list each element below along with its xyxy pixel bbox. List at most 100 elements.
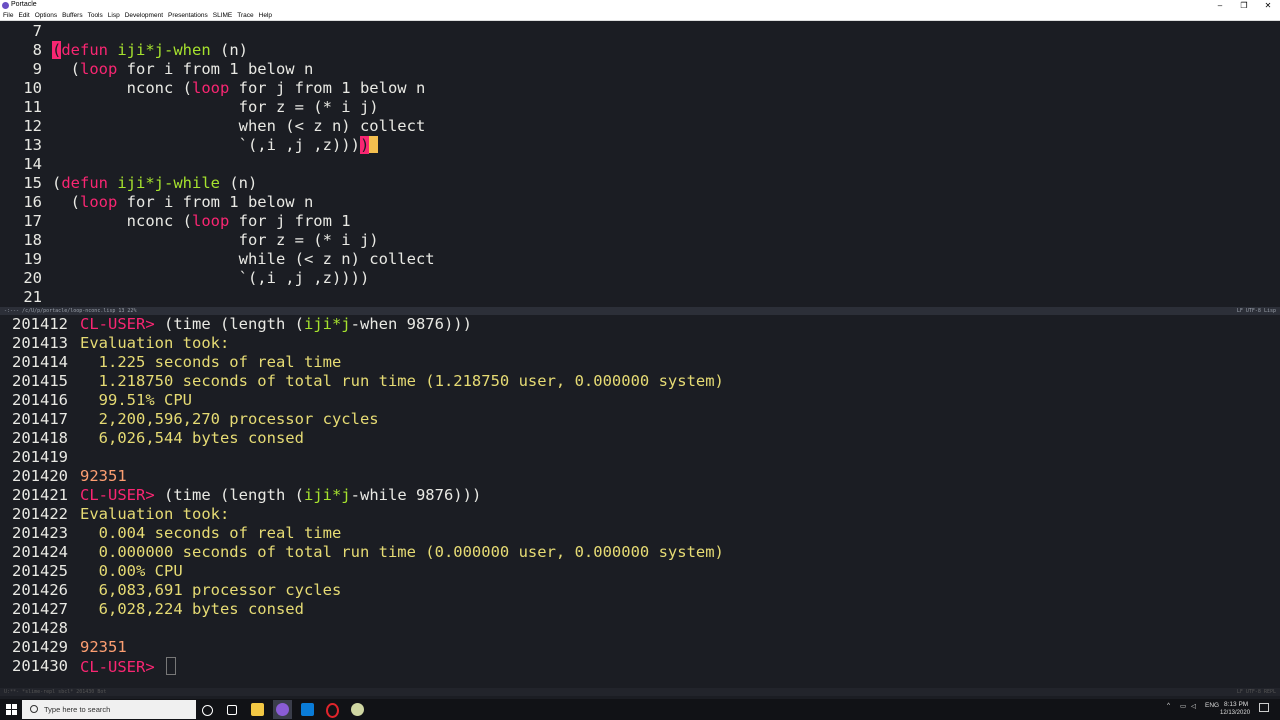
repl-text: 2,200,596,270 processor cycles: [80, 410, 379, 429]
close-button[interactable]: ✕: [1257, 0, 1279, 11]
repl-output: 0.004 seconds of real time: [80, 524, 342, 542]
code-line[interactable]: 21: [0, 288, 42, 307]
repl-text: 0.004 seconds of real time: [80, 524, 342, 543]
line-number: 17: [23, 212, 42, 230]
code-line[interactable]: 8 (defun iji*j-when (n): [0, 41, 248, 60]
code-line[interactable]: 7: [0, 22, 42, 41]
code-token: (: [52, 60, 80, 78]
repl-output: iji*j: [303, 315, 351, 333]
slime-repl-pane[interactable]: 201412 CL-USER> (time (length ( iji*j-when…: [0, 315, 1280, 687]
code-line[interactable]: 12 when (< z n) collect: [0, 117, 425, 136]
repl-result: 92351: [80, 467, 127, 485]
code-text: (defun iji*j-when (n): [52, 41, 248, 60]
minimize-button[interactable]: –: [1209, 0, 1231, 11]
repl-line-number: 201426: [12, 581, 68, 599]
code-text: nconc (loop for j from 1 below n: [52, 79, 426, 98]
lisp-editor-pane[interactable]: 7 8 (defun iji*j-when (n) 9 (loop for i fro…: [0, 21, 1280, 307]
repl-line-number: 201417: [12, 410, 68, 428]
file-explorer-icon[interactable]: [251, 703, 264, 716]
editor-mode-line-left: -:--- /c/U/p/portacle/loop-nconc.lisp 13…: [4, 308, 137, 314]
tray-chevron-icon[interactable]: ^: [1167, 702, 1170, 709]
menu-item-edit[interactable]: Edit: [18, 12, 29, 19]
menu-item-options[interactable]: Options: [35, 12, 57, 19]
code-text: `(,i ,j ,z)))): [52, 269, 370, 288]
code-line[interactable]: 19 while (< z n) collect: [0, 250, 434, 269]
code-line[interactable]: 11 for z = (* i j): [0, 98, 378, 117]
repl-line-number: 201425: [12, 562, 68, 580]
repl-output: 0.000000 seconds of total run time (0.00…: [80, 543, 724, 561]
code-line[interactable]: 14: [0, 155, 42, 174]
terminal-taskbar-icon[interactable]: [301, 703, 314, 716]
menu-item-tools[interactable]: Tools: [88, 12, 103, 19]
volume-icon[interactable]: ◁: [1191, 702, 1196, 710]
line-number: 15: [23, 174, 42, 192]
repl-text: 99.51% CPU: [80, 391, 192, 410]
menu-item-development[interactable]: Development: [125, 12, 163, 19]
repl-text: 0.000000 seconds of total run time (0.00…: [80, 543, 724, 562]
menu-item-help[interactable]: Help: [259, 12, 272, 19]
repl-line-number: 201412: [12, 315, 68, 333]
code-text: nconc (loop for j from 1: [52, 212, 351, 231]
line-number: 11: [23, 98, 42, 116]
repl-output: -when 9876))): [350, 315, 472, 333]
line-number: 21: [23, 288, 42, 306]
matching-paren: (: [52, 41, 62, 59]
repl-text: 6,083,691 processor cycles: [80, 581, 342, 600]
repl-output: (time (length (: [164, 486, 304, 504]
window-title: Portacle: [11, 1, 37, 8]
maximize-button[interactable]: ❐: [1233, 0, 1255, 11]
search-icon: [30, 705, 38, 713]
menu-item-slime[interactable]: SLIME: [213, 12, 233, 19]
code-text: for z = (* i j): [52, 98, 379, 117]
windows-start-icon[interactable]: [6, 704, 17, 715]
portacle-secondary-icon[interactable]: [351, 703, 364, 716]
windows-taskbar: Type here to search ^ ▭ ◁ ENG 8:13 PM 12…: [0, 699, 1280, 720]
repl-output: 0.00% CPU: [80, 562, 183, 580]
search-placeholder: Type here to search: [44, 705, 111, 714]
repl-line-number: 201413: [12, 334, 68, 352]
repl-text: 6,026,544 bytes consed: [80, 429, 304, 448]
repl-output: 6,083,691 processor cycles: [80, 581, 342, 599]
notification-icon[interactable]: [1259, 703, 1269, 712]
keyword-token: defun: [61, 174, 109, 192]
clock-time[interactable]: 8:13 PM: [1224, 701, 1248, 708]
task-view-icon[interactable]: [227, 705, 237, 715]
taskbar-search-box[interactable]: Type here to search: [22, 700, 196, 719]
language-indicator[interactable]: ENG: [1205, 702, 1219, 709]
code-line[interactable]: 13 `(,i ,j ,z)))): [0, 136, 379, 155]
code-line[interactable]: 17 nconc (loop for j from 1: [0, 212, 350, 231]
repl-text: CL-USER>: [80, 657, 176, 677]
menu-item-presentations[interactable]: Presentations: [168, 12, 208, 19]
code-line[interactable]: 9 (loop for i from 1 below n: [0, 60, 314, 79]
line-number: 14: [23, 155, 42, 173]
cortana-icon[interactable]: [202, 705, 213, 716]
menu-item-trace[interactable]: Trace: [237, 12, 253, 19]
repl-input-cursor[interactable]: [166, 657, 176, 675]
keyword-token: defun: [61, 41, 109, 59]
code-line[interactable]: 16 (loop for i from 1 below n: [0, 193, 313, 212]
repl-line-number: 201415: [12, 372, 68, 390]
repl-output: 1.218750 seconds of total run time (1.21…: [80, 372, 724, 390]
code-text: while (< z n) collect: [52, 250, 435, 269]
repl-output: 2,200,596,270 processor cycles: [80, 410, 379, 428]
menu-bar: File Edit Options Buffers Tools Lisp Developme…: [0, 11, 1280, 21]
menu-item-file[interactable]: File: [3, 12, 13, 19]
repl-line-number: 201427: [12, 600, 68, 618]
repl-line-number: 201421: [12, 486, 68, 504]
menu-item-buffers[interactable]: Buffers: [62, 12, 82, 19]
repl-line-number: 201418: [12, 429, 68, 447]
editor-mode-line: -:--- /c/U/p/portacle/loop-nconc.lisp 13…: [0, 307, 1280, 315]
line-number: 16: [23, 193, 42, 211]
repl-line-number: 201422: [12, 505, 68, 523]
code-line[interactable]: 10 nconc (loop for j from 1 below n: [0, 79, 425, 98]
code-line[interactable]: 15 (defun iji*j-while (n): [0, 174, 257, 193]
menu-item-lisp[interactable]: Lisp: [108, 12, 120, 19]
code-line[interactable]: 20 `(,i ,j ,z)))): [0, 269, 369, 288]
line-number: 7: [32, 22, 42, 40]
code-line[interactable]: 18 for z = (* i j): [0, 231, 378, 250]
network-icon[interactable]: ▭: [1180, 702, 1186, 710]
keyword-token: loop: [191, 212, 230, 230]
opera-browser-icon[interactable]: [326, 703, 339, 718]
code-token: for j from 1: [229, 212, 351, 230]
clock-date[interactable]: 12/13/2020: [1220, 710, 1250, 716]
